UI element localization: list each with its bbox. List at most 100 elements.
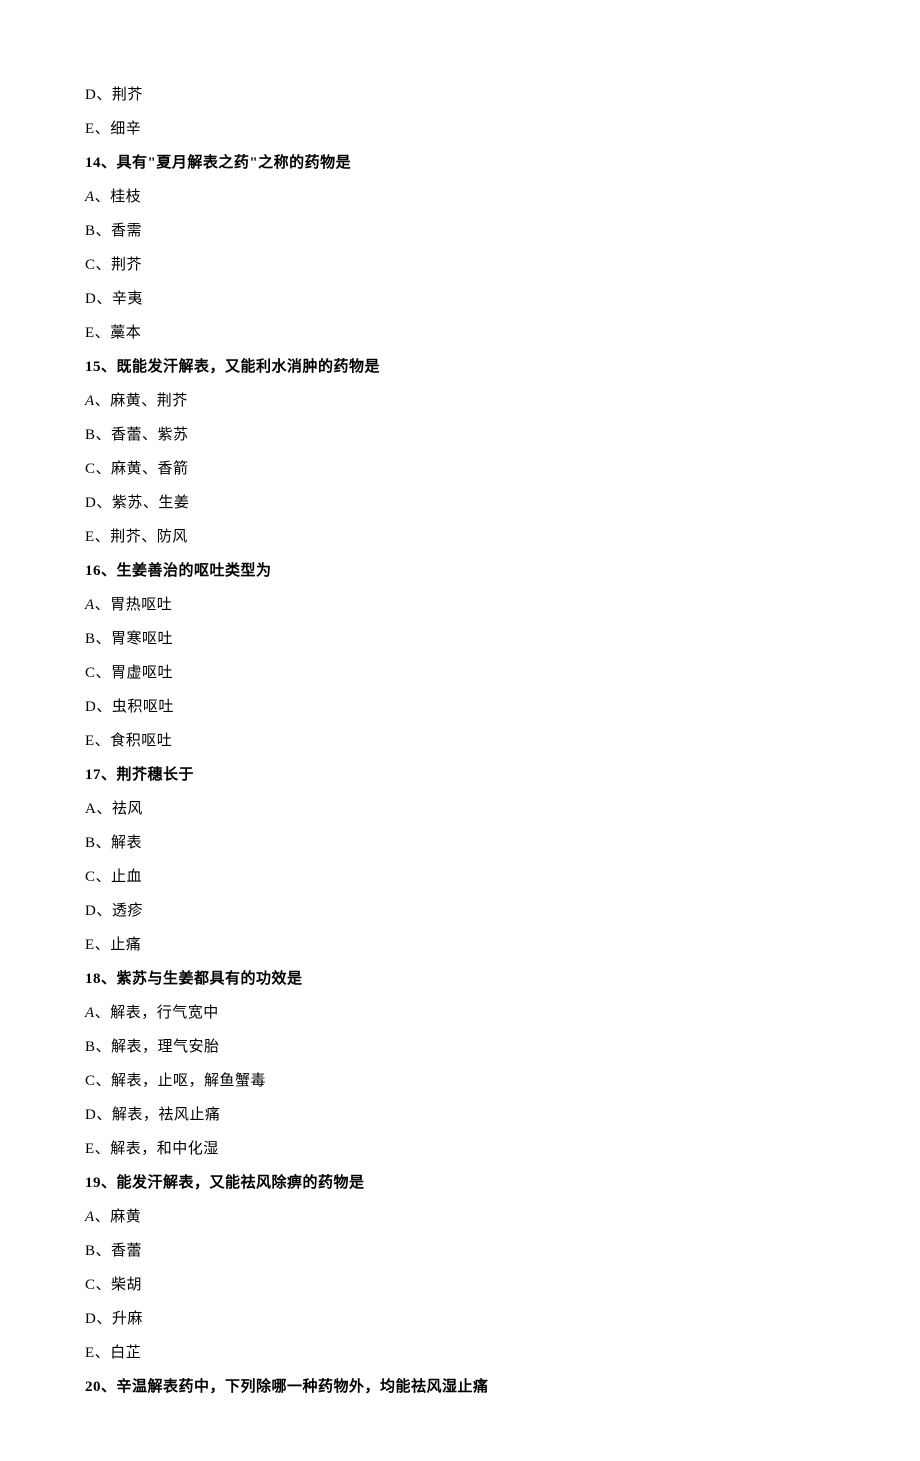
option-letter: C [85,1277,96,1293]
option-text: 胃热呕吐 [110,597,172,613]
option-17-E: E、止痛 [85,935,835,956]
option-text: 胃寒呕吐 [111,631,173,647]
option-text: 辛夷 [112,291,143,307]
option-text: 胃虚呕吐 [111,665,173,681]
question-number: 17 [85,767,101,783]
option-text: 解表，祛风止痛 [112,1107,221,1123]
option-letter: D [85,495,96,511]
option-17-C: C、止血 [85,867,835,888]
option-text: 白芷 [110,1345,141,1361]
option-14-A: A、桂枝 [85,187,835,208]
option-letter: A [85,393,95,409]
question-16: 16、生姜善治的呕吐类型为 [85,561,835,582]
question-text: 荆芥穗长于 [117,767,195,783]
option-14-D: D、辛夷 [85,289,835,310]
option-letter: A [85,1209,95,1225]
option-text: 荆芥 [111,257,142,273]
option-15-D: D、紫苏、生姜 [85,493,835,514]
option-separator: 、 [95,937,111,953]
option-text: 紫苏、生姜 [112,495,190,511]
option-19-B: B、香蕾 [85,1241,835,1262]
option-14-E: E、藁本 [85,323,835,344]
option-separator: 、 [96,869,112,885]
option-separator: 、 [96,835,112,851]
option-17-D: D、透疹 [85,901,835,922]
option-19-D: D、升麻 [85,1309,835,1330]
option-letter: C [85,869,96,885]
option-14-B: B、香需 [85,221,835,242]
question-number: 19 [85,1175,101,1191]
option-letter: D [85,903,96,919]
option-18-A: A、解表，行气宽中 [85,1003,835,1024]
option-text: 食积呕吐 [110,733,172,749]
option-16-C: C、胃虚呕吐 [85,663,835,684]
option-separator: 、 [96,257,112,273]
option-separator: 、 [96,903,112,919]
option-letter: A [85,189,95,205]
question-20: 20、辛温解表药中，下列除哪一种药物外，均能祛风湿止痛 [85,1377,835,1398]
option-letter: A [85,1005,95,1021]
option-letter: B [85,223,96,239]
option-separator: 、 [96,1243,112,1259]
option-text: 香蕾、紫苏 [111,427,189,443]
option-14-C: C、荆芥 [85,255,835,276]
option-16-E: E、食积呕吐 [85,731,835,752]
question-separator: 、 [101,563,117,579]
option-separator: 、 [96,461,112,477]
option-text: 解表，止呕，解鱼蟹毒 [111,1073,266,1089]
option-letter: C [85,665,96,681]
option-separator: 、 [95,529,111,545]
option-text: 虫积呕吐 [112,699,174,715]
question-number: 15 [85,359,101,375]
option-letter: E [85,937,95,953]
option-separator: 、 [96,223,112,239]
option-letter: B [85,835,96,851]
question-19: 19、能发汗解表，又能祛风除痹的药物是 [85,1173,835,1194]
option-separator: 、 [96,1039,112,1055]
question-separator: 、 [101,359,117,375]
option-text: 香需 [111,223,142,239]
option-text: 解表，和中化湿 [110,1141,219,1157]
question-text: 具有"夏月解表之药"之称的药物是 [117,155,352,171]
option-15-C: C、麻黄、香箭 [85,459,835,480]
question-separator: 、 [101,1175,117,1191]
option-19-C: C、柴胡 [85,1275,835,1296]
question-14: 14、具有"夏月解表之药"之称的药物是 [85,153,835,174]
option-letter: E [85,121,95,137]
option-text: 细辛 [110,121,141,137]
question-text: 能发汗解表，又能祛风除痹的药物是 [117,1175,365,1191]
question-17: 17、荆芥穗长于 [85,765,835,786]
option-text: 解表 [111,835,142,851]
option-letter: A [85,801,96,817]
option-separator: 、 [96,1311,112,1327]
option-text: 祛风 [112,801,143,817]
question-separator: 、 [101,971,117,987]
option-separator: 、 [95,393,111,409]
option-letter: B [85,1039,96,1055]
option-15-E: E、荆芥、防风 [85,527,835,548]
question-text: 既能发汗解表，又能利水消肿的药物是 [117,359,381,375]
option-letter: C [85,461,96,477]
option-letter: D [85,87,96,103]
question-number: 18 [85,971,101,987]
option-letter: B [85,427,96,443]
option-separator: 、 [96,1073,112,1089]
option-18-B: B、解表，理气安胎 [85,1037,835,1058]
option-separator: 、 [95,325,111,341]
option-text: 透疹 [112,903,143,919]
option-separator: 、 [96,427,112,443]
option-separator: 、 [96,631,112,647]
option-text: 止血 [111,869,142,885]
option-letter: D [85,1107,96,1123]
option-18-D: D、解表，祛风止痛 [85,1105,835,1126]
option-letter: C [85,257,96,273]
option-separator: 、 [95,121,111,137]
option-separator: 、 [95,1005,111,1021]
option-separator: 、 [96,87,112,103]
option-separator: 、 [96,699,112,715]
question-separator: 、 [101,155,117,171]
option-16-A: A、胃热呕吐 [85,595,835,616]
option-separator: 、 [95,1345,111,1361]
option-text: 升麻 [112,1311,143,1327]
option-separator: 、 [96,1277,112,1293]
